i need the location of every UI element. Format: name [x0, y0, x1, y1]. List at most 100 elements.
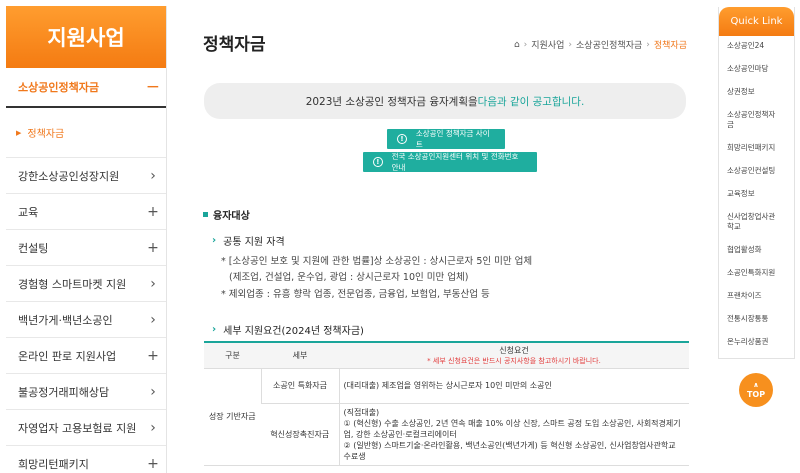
policy-fund-site-button[interactable]: ! 소상공인 정책자금 사이트 — [387, 129, 505, 149]
expand-plus-icon[interactable]: + — [146, 240, 160, 256]
column-header-text: 신청요건 — [499, 345, 529, 355]
sidebar-item[interactable]: 강한소상공인성장지원 › — [6, 158, 166, 194]
sidebar-item[interactable]: 온라인 판로 지원사업 + — [6, 338, 166, 374]
quick-link-item[interactable]: 온누리상품권 — [727, 337, 794, 347]
table-row: 성장 기반자금 소공인 특화자금 (대리대출) 제조업을 영위하는 상시근로자 … — [204, 368, 689, 466]
info-icon: ! — [397, 134, 407, 144]
chevron-right-icon: › — [150, 419, 156, 436]
expand-plus-icon[interactable]: + — [146, 204, 160, 220]
sub-cell: 혁신성장촉진자금 — [261, 403, 339, 466]
notice-banner: 2023년 소상공인 정책자금 융자계획을 다음과 같이 공고합니다. — [204, 83, 686, 119]
quick-link-list: 소상공인24 소상공인마당 상권정보 소상공인정책자금 희망리턴패키지 소상공인… — [719, 36, 794, 347]
quick-link-title: Quick Link — [719, 7, 794, 36]
table-row: 혁신성장촉진자금 (직접대출) ① (혁신형) 수출 소상공인, 2년 연속 매… — [204, 403, 689, 466]
sidebar-item-label: 불공정거래피해상담 — [18, 385, 110, 399]
requirement-cell: (직접대출) ① (혁신형) 수출 소상공인, 2년 연속 매출 10% 이상 … — [338, 403, 689, 466]
header-note: * 세부 신청요건은 반드시 공지사항을 참고하시기 바랍니다. — [427, 356, 601, 365]
column-header: 세부 — [261, 341, 339, 369]
sidebar-subitem-label: 정책자금 — [27, 129, 65, 140]
home-icon[interactable]: ⌂ — [514, 40, 520, 50]
subsection-title-text: 공통 지원 자격 — [223, 237, 285, 248]
button-label: 전국 소상공인지원센터 위치 및 전화번호 안내 — [391, 152, 519, 172]
sidebar-item-label: 소상공인정책자금 — [18, 81, 99, 94]
sidebar-subitem-policy-fund[interactable]: ▶ 정책자금 — [6, 108, 166, 158]
common-qualification-title: › 공통 지원 자격 — [212, 233, 285, 248]
sidebar-item-label: 자영업자 고용보험료 지원 — [18, 421, 137, 435]
chevron-right-icon: › — [150, 167, 156, 184]
quick-link-item[interactable]: 협업활성화 — [727, 245, 794, 255]
column-header: 구분 — [204, 341, 261, 369]
column-header-requirements: 신청요건 * 세부 신청요건은 반드시 공지사항을 참고하시기 바랍니다. — [339, 341, 689, 369]
page-title: 정책자금 — [203, 35, 266, 55]
notice-highlight: 다음과 같이 공고합니다. — [477, 95, 585, 108]
quick-link-item[interactable]: 소상공인컨설팅 — [727, 166, 794, 176]
requirement-line: ① (혁신형) 수출 소상공인, 2년 연속 매출 10% 이상 신장, 스마트… — [343, 418, 681, 439]
sidebar-item[interactable]: 자영업자 고용보험료 지원 › — [6, 410, 166, 446]
quick-link-item[interactable]: 프랜차이즈 — [727, 291, 794, 301]
sidebar-item[interactable]: 교육 + — [6, 194, 166, 230]
main-content: 정책자금 ⌂ › 지원사업 › 소상공인정책자금 › 정책자금 2023년 소상… — [203, 0, 690, 473]
chevron-right-icon: › — [212, 235, 217, 246]
top-label: TOP — [746, 390, 766, 399]
sidebar-item-label: 경험형 스마트마켓 지원 — [18, 277, 127, 291]
quick-link-item[interactable]: 소공인특화지원 — [727, 268, 794, 278]
breadcrumb-separator: › — [646, 39, 650, 50]
qualification-line: (제조업, 건설업, 운수업, 광업 : 상시근로자 10인 미만 업체) — [229, 272, 469, 283]
quick-link-item[interactable]: 소상공인정책자금 — [727, 110, 782, 130]
qualification-line: * [소상공인 보호 및 지원에 관한 법률]상 소상공인 : 상시근로자 5인… — [221, 256, 533, 267]
sidebar-item-label: 온라인 판로 지원사업 — [18, 349, 117, 363]
collapse-icon[interactable]: − — [146, 77, 160, 97]
expand-plus-icon[interactable]: + — [146, 348, 160, 364]
quick-link-item[interactable]: 희망리턴패키지 — [727, 143, 794, 153]
sidebar-item-policy-fund[interactable]: 소상공인정책자금 − — [6, 68, 166, 108]
left-sidebar: 지원사업 소상공인정책자금 − ▶ 정책자금 강한소상공인성장지원 › 교육 +… — [6, 6, 167, 473]
quick-link-panel: Quick Link 소상공인24 소상공인마당 상권정보 소상공인정책자금 희… — [718, 7, 795, 359]
group-cell: 성장 기반자금 — [204, 368, 261, 466]
excluded-industries-line: * 제외업종 : 유흥 향락 업종, 전문업종, 금융업, 보험업, 부동산업 … — [221, 289, 490, 300]
quick-link-item[interactable]: 전통시장통통 — [727, 314, 794, 324]
detail-requirements-title: › 세부 지원요건(2024년 정책자금) — [212, 322, 364, 337]
expand-plus-icon[interactable]: + — [146, 456, 160, 472]
triangle-right-icon: ▶ — [16, 128, 22, 137]
breadcrumb-current: 정책자금 — [653, 41, 687, 51]
breadcrumb-item[interactable]: 지원사업 — [531, 38, 564, 51]
sub-cell: 소공인 특화자금 — [260, 368, 339, 404]
sidebar-item[interactable]: 희망리턴패키지 + — [6, 446, 166, 473]
chevron-right-icon: › — [212, 324, 217, 335]
table-header-row: 구분 세부 신청요건 * 세부 신청요건은 반드시 공지사항을 참고하시기 바랍… — [204, 341, 689, 369]
sidebar-item[interactable]: 경험형 스마트마켓 지원 › — [6, 266, 166, 302]
info-icon: ! — [373, 157, 383, 167]
requirement-cell: (대리대출) 제조업을 영위하는 상시근로자 10인 미만의 소공인 — [338, 368, 689, 404]
subsection-title-text: 세부 지원요건(2024년 정책자금) — [223, 326, 364, 337]
chevron-right-icon: › — [150, 383, 156, 400]
sidebar-item-label: 강한소상공인성장지원 — [18, 169, 120, 183]
sidebar-item-label: 교육 — [18, 205, 39, 219]
breadcrumb: ⌂ › 지원사업 › 소상공인정책자금 › 정책자금 — [514, 38, 687, 52]
quick-link-item[interactable]: 소상공인24 — [727, 41, 794, 51]
breadcrumb-separator: › — [568, 39, 573, 50]
square-bullet-icon — [203, 212, 208, 217]
sidebar-item[interactable]: 불공정거래피해상담 › — [6, 374, 166, 410]
chevron-right-icon: › — [150, 275, 156, 292]
arrow-up-icon: ∧ — [753, 381, 759, 389]
sidebar-item-label: 컨설팅 — [18, 241, 49, 255]
support-requirements-table: 구분 세부 신청요건 * 세부 신청요건은 반드시 공지사항을 참고하시기 바랍… — [204, 341, 689, 466]
sidebar-item[interactable]: 백년가게·백년소공인 › — [6, 302, 166, 338]
scroll-top-button[interactable]: ∧ TOP — [739, 373, 773, 407]
chevron-right-icon: › — [150, 311, 156, 328]
button-label: 소상공인 정책자금 사이트 — [415, 129, 490, 149]
quick-link-item[interactable]: 교육정보 — [727, 189, 794, 199]
notice-text: 2023년 소상공인 정책자금 융자계획을 — [305, 95, 478, 108]
sidebar-item[interactable]: 컨설팅 + — [6, 230, 166, 266]
sidebar-item-label: 희망리턴패키지 — [18, 457, 89, 471]
section-title-text: 융자대상 — [213, 211, 250, 222]
breadcrumb-separator: › — [523, 39, 528, 50]
section-title: 융자대상 — [203, 207, 250, 222]
quick-link-item[interactable]: 신사업창업사관학교 — [727, 212, 782, 232]
center-location-button[interactable]: ! 전국 소상공인지원센터 위치 및 전화번호 안내 — [363, 152, 537, 172]
quick-link-item[interactable]: 소상공인마당 — [727, 64, 794, 74]
requirement-title: (직접대출) — [343, 407, 380, 417]
sidebar-title: 지원사업 — [6, 6, 166, 68]
quick-link-item[interactable]: 상권정보 — [727, 87, 794, 97]
breadcrumb-item[interactable]: 소상공인정책자금 — [576, 38, 642, 51]
